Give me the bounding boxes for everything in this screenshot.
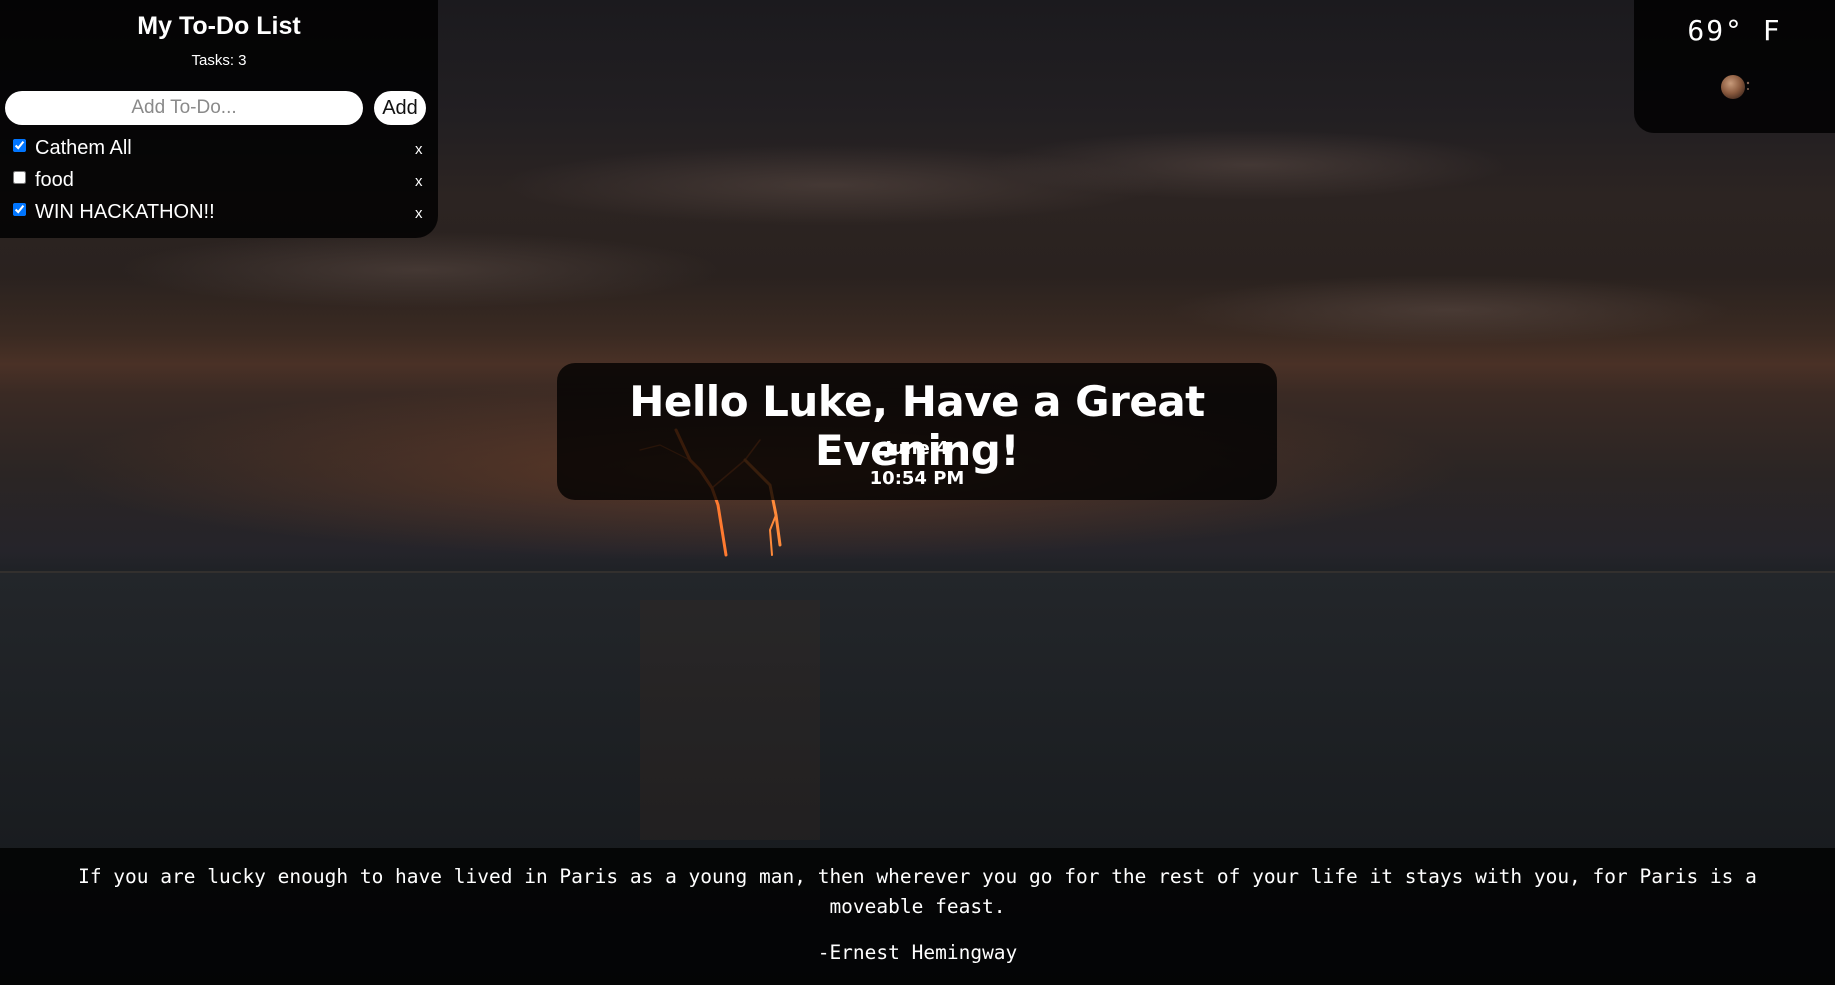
todo-item-label: food bbox=[35, 169, 74, 191]
todo-list: Cathem All x food x WIN HACKATHON!! x bbox=[0, 134, 438, 230]
todo-title: My To-Do List bbox=[137, 12, 301, 40]
greeting-message: Hello Luke, Have a Great Evening! bbox=[629, 377, 1205, 475]
current-date: June 4 bbox=[885, 438, 949, 459]
todo-item: WIN HACKATHON!! x bbox=[0, 198, 438, 230]
todo-count: Tasks: 3 bbox=[191, 52, 247, 69]
moon-icon bbox=[1721, 75, 1750, 99]
todo-panel: My To-Do List Tasks: 3 Add Cathem All x … bbox=[0, 0, 438, 238]
todo-checkbox[interactable] bbox=[13, 139, 26, 152]
todo-checkbox[interactable] bbox=[13, 171, 26, 184]
greeting-panel: Hello Luke, Have a Great Evening! June 4… bbox=[557, 363, 1277, 500]
add-button[interactable]: Add bbox=[374, 91, 426, 125]
todo-item: Cathem All x bbox=[0, 134, 438, 166]
temperature: 69° F bbox=[1687, 14, 1782, 47]
delete-todo-button[interactable]: x bbox=[415, 205, 423, 222]
quote-panel: If you are lucky enough to have lived in… bbox=[0, 848, 1835, 985]
todo-item: food x bbox=[0, 166, 438, 198]
add-todo-input[interactable] bbox=[5, 91, 363, 125]
todo-item-label: WIN HACKATHON!! bbox=[35, 201, 215, 223]
delete-todo-button[interactable]: x bbox=[415, 173, 423, 190]
todo-checkbox[interactable] bbox=[13, 203, 26, 216]
weather-panel: 69° F bbox=[1634, 0, 1835, 133]
current-time: 10:54 PM bbox=[869, 468, 965, 489]
delete-todo-button[interactable]: x bbox=[415, 141, 423, 158]
todo-item-label: Cathem All bbox=[35, 137, 132, 159]
quote-author: -Ernest Hemingway bbox=[817, 941, 1018, 964]
quote-text: If you are lucky enough to have lived in… bbox=[78, 865, 1757, 918]
